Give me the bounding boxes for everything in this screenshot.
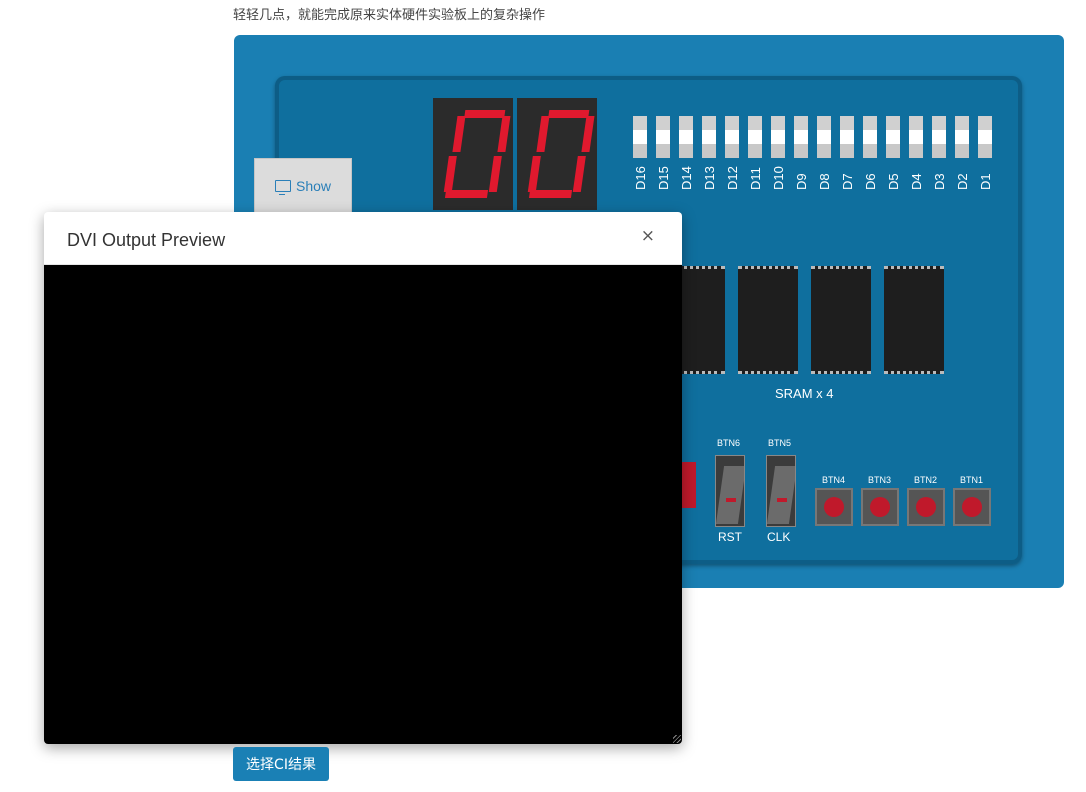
btn5-label: BTN5	[768, 438, 792, 448]
show-button[interactable]: Show	[254, 158, 352, 214]
led-d10[interactable]: D10	[771, 116, 786, 190]
clk-label: CLK	[767, 530, 791, 544]
btn4-button[interactable]	[815, 488, 853, 526]
led-d9[interactable]: D9	[794, 116, 809, 190]
btn6-switch[interactable]	[715, 455, 745, 527]
btn6-label: BTN6	[717, 438, 741, 448]
dvi-output-modal: DVI Output Preview ×	[44, 212, 682, 744]
button-dot	[916, 497, 936, 517]
led-d7[interactable]: D7	[840, 116, 855, 190]
intro-text: 轻轻几点，就能完成原来实体硬件实验板上的复杂操作	[233, 8, 546, 23]
btn5-switch[interactable]	[766, 455, 796, 527]
btn3-button[interactable]	[861, 488, 899, 526]
btn2-button[interactable]	[907, 488, 945, 526]
btn3-label: BTN3	[868, 475, 892, 485]
monitor-icon	[274, 180, 291, 195]
led-d3[interactable]: D3	[932, 116, 947, 190]
led-d1[interactable]: D1	[978, 116, 993, 190]
btn4-label: BTN4	[822, 475, 846, 485]
switch-lever	[716, 466, 744, 524]
led-d11[interactable]: D11	[748, 116, 763, 190]
led-d4[interactable]: D4	[909, 116, 924, 190]
led-d2[interactable]: D2	[955, 116, 970, 190]
modal-header: DVI Output Preview ×	[44, 212, 682, 265]
switch-mark	[726, 498, 736, 502]
led-d6[interactable]: D6	[863, 116, 878, 190]
close-icon[interactable]: ×	[641, 226, 655, 246]
led-d13[interactable]: D13	[702, 116, 717, 190]
sram-chip-2	[738, 266, 798, 374]
seven-segment-digit-1	[433, 98, 513, 210]
dvi-output-canvas	[44, 265, 682, 744]
sram-chip-3	[811, 266, 871, 374]
btn1-button[interactable]	[953, 488, 991, 526]
led-d8[interactable]: D8	[817, 116, 832, 190]
led-d14[interactable]: D14	[679, 116, 694, 190]
rst-label: RST	[718, 530, 742, 544]
switch-lever	[767, 466, 795, 524]
sram-chip-4	[884, 266, 944, 374]
button-dot	[962, 497, 982, 517]
select-ci-result-button[interactable]: 选择CI结果	[233, 747, 329, 781]
led-d15[interactable]: D15	[656, 116, 671, 190]
button-dot	[824, 497, 844, 517]
modal-title: DVI Output Preview	[67, 230, 226, 250]
btn2-label: BTN2	[914, 475, 938, 485]
led-d5[interactable]: D5	[886, 116, 901, 190]
btn1-label: BTN1	[960, 475, 984, 485]
led-d16[interactable]: D16	[633, 116, 648, 190]
sram-label: SRAM x 4	[775, 386, 834, 401]
seven-segment-digit-2	[517, 98, 597, 210]
resize-handle[interactable]	[673, 735, 681, 743]
switch-mark	[777, 498, 787, 502]
led-d12[interactable]: D12	[725, 116, 740, 190]
button-dot	[870, 497, 890, 517]
show-button-label: Show	[295, 178, 332, 194]
